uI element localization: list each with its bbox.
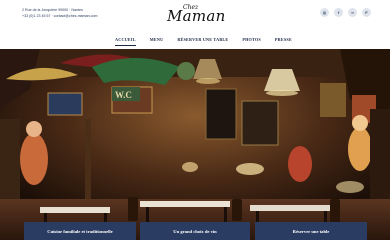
main-nav: ACCUEIL MENU RÉSERVER UNE TABLE PHOTOS P… — [108, 33, 299, 47]
tripadvisor-icon[interactable]: ∞ — [348, 8, 357, 17]
site-logo[interactable]: Chez Maman — [160, 4, 230, 26]
nav-item-reserver[interactable]: RÉSERVER UNE TABLE — [170, 33, 235, 47]
contact-info: 2 Rue de la Jonquière 99000 · Nantes +33… — [22, 8, 97, 19]
facebook-icon[interactable]: f — [334, 8, 343, 17]
restaurant-interior-illustration: W.C — [0, 49, 390, 240]
foursquare-icon[interactable]: F — [362, 8, 371, 17]
nav-item-accueil[interactable]: ACCUEIL — [108, 33, 143, 47]
nav-item-menu[interactable]: MENU — [143, 33, 171, 47]
wc-sign-text: W.C — [115, 90, 132, 100]
hero-image: W.C — [0, 49, 390, 240]
reserve-table-button[interactable]: Réserver une table — [255, 222, 367, 240]
wine-button[interactable]: Un grand choix de vin — [140, 222, 250, 240]
social-links: ◎ f ∞ F — [320, 8, 371, 17]
top-header: 2 Rue de la Jonquière 99000 · Nantes +33… — [0, 0, 390, 49]
cuisine-button[interactable]: Cuisine familiale et traditionnelle — [24, 222, 136, 240]
logo-large-text: Maman — [167, 7, 226, 25]
instagram-icon[interactable]: ◎ — [320, 8, 329, 17]
cta-row: Cuisine familiale et traditionnelle Un g… — [0, 222, 390, 240]
nav-item-presse[interactable]: PRESSE — [268, 33, 299, 47]
nav-item-photos[interactable]: PHOTOS — [235, 33, 268, 47]
phone-email-text[interactable]: +33 (0)1 23 45 67 · contact@chez-maman.c… — [22, 14, 97, 20]
